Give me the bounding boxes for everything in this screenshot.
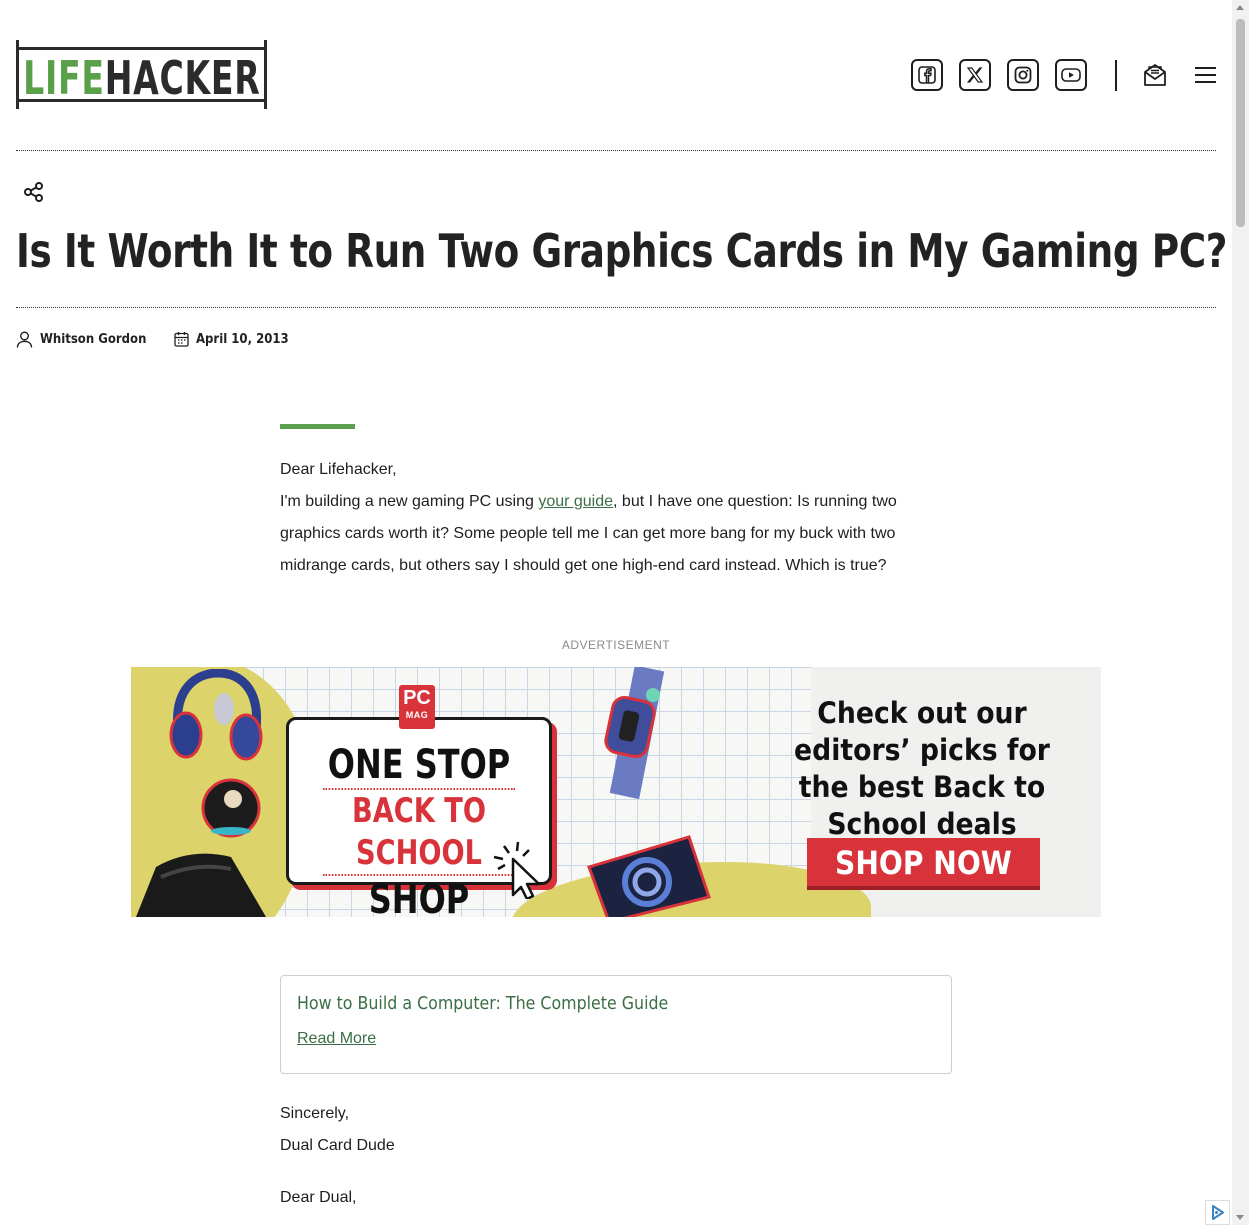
cursor-click-icon	[493, 841, 541, 899]
speaker-image	[201, 778, 261, 838]
youtube-button[interactable]	[1055, 59, 1087, 91]
share-button[interactable]	[23, 181, 45, 203]
x-twitter-icon	[966, 67, 984, 83]
read-more-link[interactable]: Read More	[297, 1030, 935, 1048]
title-rule	[16, 307, 1216, 308]
shop-now-button[interactable]: SHOP NOW	[807, 838, 1040, 890]
youtube-icon	[1061, 68, 1081, 82]
laptop-image	[587, 835, 711, 917]
scroll-up-arrow-icon[interactable]	[1236, 5, 1244, 10]
ad-copy: Check out our editors’ picks for the bes…	[794, 696, 1050, 841]
headphones-image	[169, 669, 263, 761]
related-article-title[interactable]: How to Build a Computer: The Complete Gu…	[297, 990, 668, 1018]
adchoices-icon	[1212, 1205, 1224, 1220]
pcmag-badge: PC MAG	[399, 685, 435, 729]
x-twitter-button[interactable]	[959, 59, 991, 91]
header-divider	[1115, 60, 1117, 91]
signoff-line: Sincerely,	[280, 1105, 350, 1122]
question-paragraph: I'm building a new gaming PC using your …	[280, 486, 950, 582]
date-text: April 10, 2013	[196, 331, 289, 347]
page-scrollbar[interactable]	[1232, 0, 1249, 1225]
article-body-signoff: Sincerely, Dual Card Dude Dear Dual,	[280, 1098, 950, 1214]
share-icon	[24, 182, 43, 202]
greeting-paragraph: Dear Lifehacker,	[280, 461, 397, 478]
reply-greeting: Dear Dual,	[280, 1189, 357, 1206]
ad-line-one-stop: ONE STOP	[327, 742, 511, 788]
calendar-icon	[174, 332, 189, 347]
hamburger-menu-icon	[1195, 67, 1216, 83]
shop-now-label: SHOP NOW	[835, 844, 1012, 882]
signoff-name: Dual Card Dude	[280, 1137, 395, 1154]
user-icon	[16, 331, 33, 348]
facebook-button[interactable]	[911, 59, 943, 91]
logo-life-text: LIFE	[22, 51, 105, 105]
pcmag-badge-top: PC	[403, 687, 431, 709]
facebook-icon	[918, 66, 936, 84]
publish-date: April 10, 2013	[174, 331, 299, 347]
author-byline: Whitson Gordon	[16, 331, 158, 348]
question-text-start: I'm building a new gaming PC using	[280, 493, 539, 510]
adchoices-button[interactable]	[1205, 1200, 1230, 1225]
header-rule	[16, 150, 1216, 151]
ad-banner[interactable]: ONE STOP BACK TO SCHOOL SHOP PC MAG Check…	[131, 667, 1101, 917]
logo-wordmark: LIFEHACKER	[18, 47, 265, 105]
instagram-icon	[1014, 66, 1032, 84]
article-title: Is It Worth It to Run Two Graphics Cards…	[16, 224, 1228, 278]
scroll-down-arrow-icon[interactable]	[1236, 1215, 1244, 1220]
article-body-intro: Dear Lifehacker, I'm building a new gami…	[280, 454, 950, 582]
related-article-card[interactable]: How to Build a Computer: The Complete Gu…	[280, 975, 952, 1074]
accent-bar	[280, 424, 355, 429]
envelope-icon	[1144, 64, 1166, 86]
ad-line-back-to-school: BACK TO SCHOOL	[323, 788, 515, 876]
pcmag-badge-bottom: MAG	[405, 710, 429, 720]
backpack-image	[136, 853, 266, 917]
ad-label: ADVERTISEMENT	[561, 638, 671, 652]
author-name[interactable]: Whitson Gordon	[40, 332, 146, 347]
instagram-button[interactable]	[1007, 59, 1039, 91]
menu-button[interactable]	[1195, 66, 1216, 84]
logo-hacker-text: HACKER	[104, 51, 261, 105]
scrollbar-thumb[interactable]	[1236, 19, 1245, 227]
fitness-tracker-image	[604, 667, 665, 800]
site-logo[interactable]: LIFEHACKER	[16, 40, 267, 109]
your-guide-link[interactable]: your guide	[538, 493, 613, 510]
newsletter-button[interactable]	[1142, 62, 1168, 88]
social-links	[911, 59, 1087, 91]
